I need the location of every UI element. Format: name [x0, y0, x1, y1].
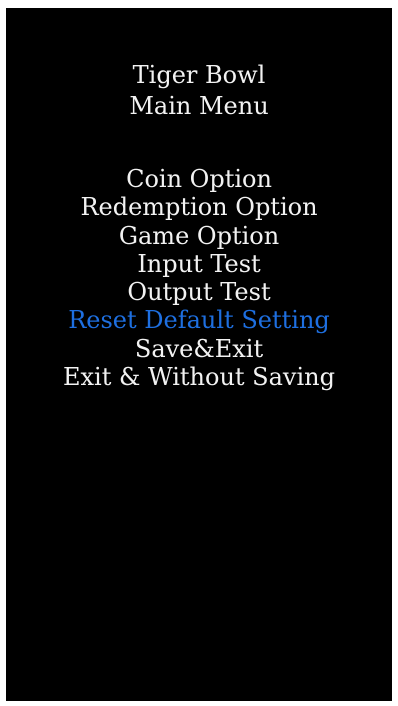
menu-item-game-option[interactable]: Game Option [6, 222, 392, 250]
menu-item-input-test[interactable]: Input Test [6, 250, 392, 278]
menu-item-exit-without-saving[interactable]: Exit & Without Saving [6, 363, 392, 391]
title-block: Tiger Bowl Main Menu [6, 60, 392, 122]
menu-item-save-and-exit[interactable]: Save&Exit [6, 335, 392, 363]
menu-screen: Tiger Bowl Main Menu Coin Option Redempt… [6, 8, 392, 701]
menu-title: Main Menu [129, 92, 269, 120]
menu-item-output-test[interactable]: Output Test [6, 278, 392, 306]
menu-item-redemption-option[interactable]: Redemption Option [6, 193, 392, 221]
menu-item-reset-default-setting[interactable]: Reset Default Setting [6, 306, 392, 334]
main-menu: Coin Option Redemption Option Game Optio… [6, 165, 392, 391]
game-title: Tiger Bowl [132, 61, 266, 89]
menu-item-coin-option[interactable]: Coin Option [6, 165, 392, 193]
